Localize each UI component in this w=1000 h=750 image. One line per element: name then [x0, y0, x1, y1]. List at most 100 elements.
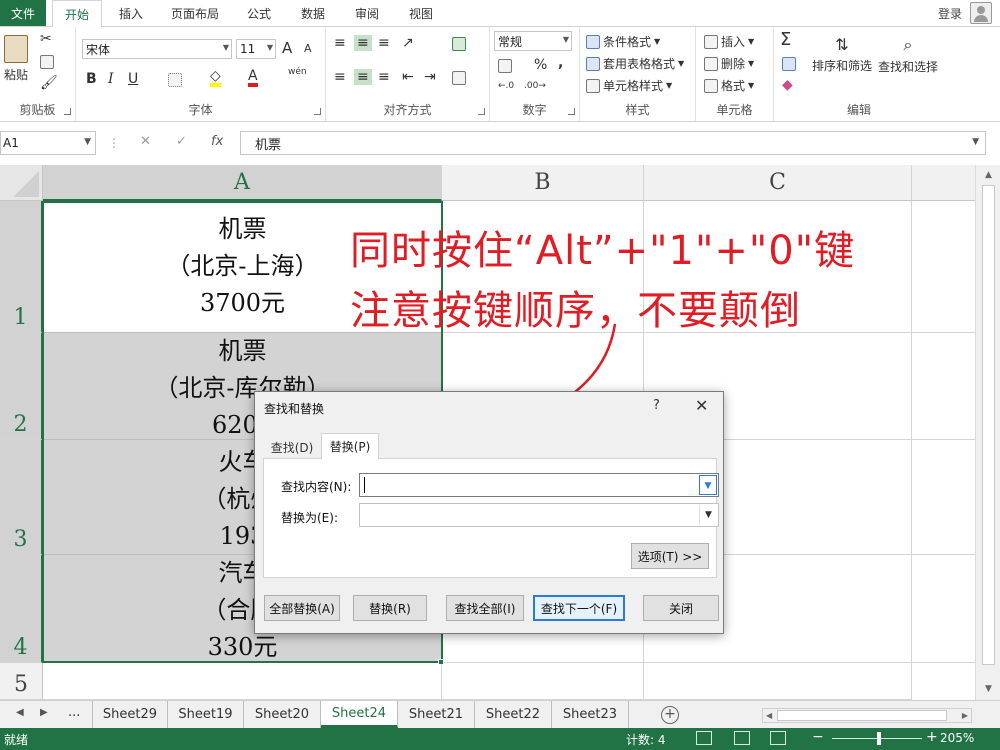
- row-header-3[interactable]: 3: [0, 440, 43, 555]
- column-header-b[interactable]: B: [442, 165, 644, 201]
- format-cells-button[interactable]: 格式 ▼: [704, 77, 754, 94]
- find-all-button[interactable]: 查找全部(I): [446, 595, 524, 621]
- cell-b5[interactable]: [442, 663, 644, 700]
- sheet-tab-22[interactable]: Sheet22: [475, 701, 552, 728]
- paste-button[interactable]: 粘贴: [4, 35, 28, 83]
- autosum-icon[interactable]: Σ: [780, 29, 791, 50]
- find-what-input[interactable]: ▼: [359, 473, 719, 497]
- horizontal-scroll-thumb[interactable]: [777, 710, 947, 721]
- tab-home[interactable]: 开始: [52, 0, 102, 27]
- fill-color-icon[interactable]: ◇: [210, 69, 221, 87]
- replace-all-button[interactable]: 全部替换(A): [264, 595, 340, 621]
- chevron-down-icon[interactable]: ▼: [699, 475, 717, 495]
- font-size-combo[interactable]: 11 ▼: [236, 39, 276, 59]
- decrease-decimal-icon[interactable]: .00→: [524, 81, 546, 91]
- alignment-launcher[interactable]: [478, 108, 485, 115]
- format-painter-icon[interactable]: 🖌: [40, 75, 58, 91]
- cell-d3[interactable]: [912, 440, 975, 555]
- cell-a5[interactable]: [43, 663, 442, 700]
- sort-filter-button[interactable]: ⇅ 排序和筛选: [812, 35, 872, 74]
- wrap-text-icon[interactable]: [452, 37, 466, 51]
- row-header-4[interactable]: 4: [0, 555, 43, 663]
- chevron-down-icon[interactable]: ▼: [699, 505, 717, 525]
- delete-cells-button[interactable]: 删除 ▼: [704, 55, 754, 72]
- replace-with-input[interactable]: ▼: [359, 503, 719, 527]
- sheet-tab-21[interactable]: Sheet21: [398, 701, 475, 728]
- sheet-tab-24[interactable]: Sheet24: [321, 701, 398, 728]
- border-icon[interactable]: [168, 73, 182, 87]
- zoom-slider-thumb[interactable]: [877, 732, 881, 745]
- conditional-formatting-button[interactable]: 条件格式 ▼: [586, 33, 660, 50]
- align-middle-icon[interactable]: ≡: [354, 35, 372, 51]
- sheet-next-icon[interactable]: ▶: [40, 707, 48, 718]
- row-header-2[interactable]: 2: [0, 333, 43, 440]
- increase-decimal-icon[interactable]: ←.0: [498, 81, 514, 91]
- align-left-icon[interactable]: ≡: [334, 69, 346, 85]
- close-icon[interactable]: ✕: [695, 396, 708, 415]
- tab-review[interactable]: 审阅: [344, 0, 390, 26]
- sheet-tab-19[interactable]: Sheet19: [168, 701, 244, 728]
- tab-find[interactable]: 查找(D): [265, 435, 319, 459]
- indent-decrease-icon[interactable]: ⇤: [402, 69, 414, 85]
- copy-icon[interactable]: [40, 55, 54, 69]
- percent-button[interactable]: %: [534, 57, 547, 73]
- scroll-down-icon[interactable]: ▼: [982, 683, 995, 696]
- clear-icon[interactable]: ◆: [782, 77, 793, 93]
- page-layout-view-icon[interactable]: [734, 731, 750, 745]
- sheet-tab-23[interactable]: Sheet23: [552, 701, 629, 728]
- options-button[interactable]: 选项(T) >>: [631, 543, 709, 569]
- align-top-icon[interactable]: ≡: [334, 35, 346, 51]
- tab-view[interactable]: 视图: [398, 0, 444, 26]
- sheet-tab-29[interactable]: Sheet29: [92, 701, 168, 728]
- format-as-table-button[interactable]: 套用表格格式 ▼: [586, 55, 684, 72]
- vertical-scrollbar[interactable]: ▲ ▼: [975, 165, 1000, 700]
- zoom-level[interactable]: 205%: [940, 731, 974, 745]
- name-box[interactable]: A1 ▼: [0, 131, 96, 155]
- number-launcher[interactable]: [568, 108, 575, 115]
- currency-icon[interactable]: [498, 59, 512, 73]
- underline-button[interactable]: U: [128, 71, 138, 87]
- shrink-font-icon[interactable]: A: [304, 42, 312, 55]
- phonetic-icon[interactable]: wén: [288, 67, 307, 77]
- formula-input[interactable]: 机票 ▼: [240, 131, 986, 155]
- sheet-tab-20[interactable]: Sheet20: [244, 701, 321, 728]
- normal-view-icon[interactable]: [696, 731, 712, 745]
- tab-insert[interactable]: 插入: [108, 0, 154, 26]
- font-launcher[interactable]: [314, 108, 321, 115]
- font-name-combo[interactable]: 宋体 ▼: [82, 39, 232, 59]
- page-break-view-icon[interactable]: [770, 731, 786, 745]
- row-header-5[interactable]: 5: [0, 663, 43, 700]
- cancel-icon[interactable]: ✕: [140, 134, 151, 149]
- column-header-next[interactable]: [912, 165, 975, 201]
- comma-button[interactable]: ,: [558, 55, 563, 71]
- scroll-up-icon[interactable]: ▲: [982, 169, 995, 182]
- cut-icon[interactable]: ✂: [40, 31, 52, 47]
- italic-button[interactable]: I: [108, 71, 114, 87]
- cell-c5[interactable]: [644, 663, 912, 700]
- replace-button[interactable]: 替换(R): [353, 595, 427, 621]
- find-next-button[interactable]: 查找下一个(F): [533, 595, 625, 621]
- tab-formulas[interactable]: 公式: [236, 0, 282, 26]
- font-color-icon[interactable]: A: [248, 69, 258, 87]
- merge-center-icon[interactable]: [452, 71, 466, 85]
- clipboard-launcher[interactable]: [64, 108, 71, 115]
- align-right-icon[interactable]: ≡: [378, 69, 390, 85]
- insert-cells-button[interactable]: 插入 ▼: [704, 33, 754, 50]
- login-link[interactable]: 登录: [938, 5, 962, 22]
- sheet-prev-icon[interactable]: ◀: [16, 707, 24, 718]
- user-icon[interactable]: [970, 2, 992, 24]
- fill-icon[interactable]: [782, 57, 796, 71]
- zoom-out-icon[interactable]: −: [812, 729, 824, 745]
- vertical-scroll-thumb[interactable]: [982, 185, 995, 665]
- close-button[interactable]: 关闭: [643, 595, 719, 621]
- zoom-in-icon[interactable]: +: [926, 729, 938, 745]
- find-select-button[interactable]: ⌕ 查找和选择: [878, 35, 938, 75]
- scroll-left-icon[interactable]: ◀: [766, 709, 772, 722]
- tab-data[interactable]: 数据: [290, 0, 336, 26]
- fill-handle[interactable]: [438, 659, 444, 665]
- grow-font-icon[interactable]: A: [282, 39, 292, 57]
- cell-d1[interactable]: [912, 201, 975, 333]
- add-sheet-icon[interactable]: +: [661, 706, 679, 724]
- number-format-combo[interactable]: 常规 ▼: [494, 31, 572, 51]
- tab-page-layout[interactable]: 页面布局: [160, 0, 230, 26]
